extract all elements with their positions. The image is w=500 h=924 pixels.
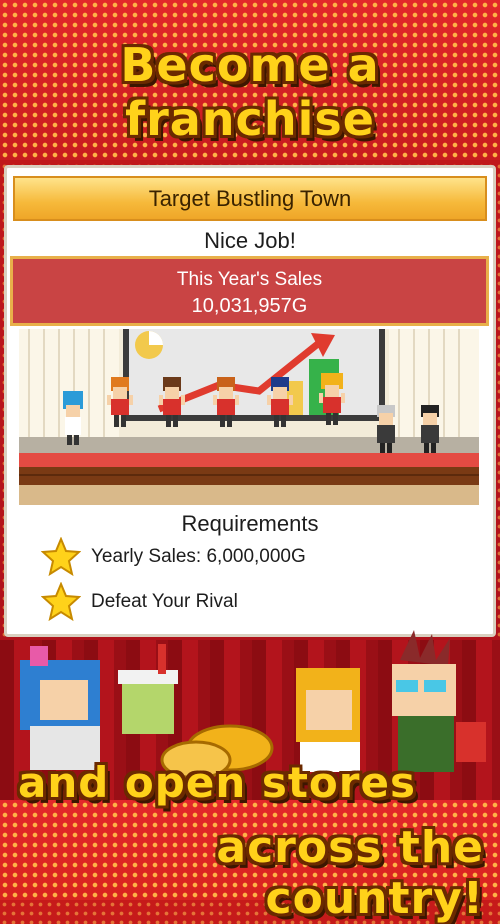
requirements-title: Requirements [181,511,319,536]
blonde-girl-art [296,668,360,772]
star-icon [41,582,81,622]
dialog-title: Target Bustling Town [13,176,487,221]
requirement-item: Yearly Sales: 6,000,000G [41,537,461,577]
bubble-tea-art [118,644,178,734]
sales-box: This Year's Sales 10,031,957G [10,256,489,326]
requirement-text: Defeat Your Rival [91,591,238,612]
headline-top: Become a franchise [120,38,380,146]
achievement-dialog: Target Bustling Town Nice Job! This Year… [4,165,496,637]
spiky-haired-guy-art [392,630,486,772]
requirement-text: Yearly Sales: 6,000,000G [91,546,306,567]
star-icon [41,537,81,577]
status-text: Nice Job! [204,228,296,253]
headline-bottom: across the country! [216,822,484,924]
sales-value: 10,031,957G [191,295,308,317]
sales-label: This Year's Sales [176,269,323,290]
blue-haired-girl-art [20,646,100,770]
requirement-item: Defeat Your Rival [41,582,461,622]
celebration-scene [19,329,479,505]
headline-middle: and open stores [18,758,416,807]
